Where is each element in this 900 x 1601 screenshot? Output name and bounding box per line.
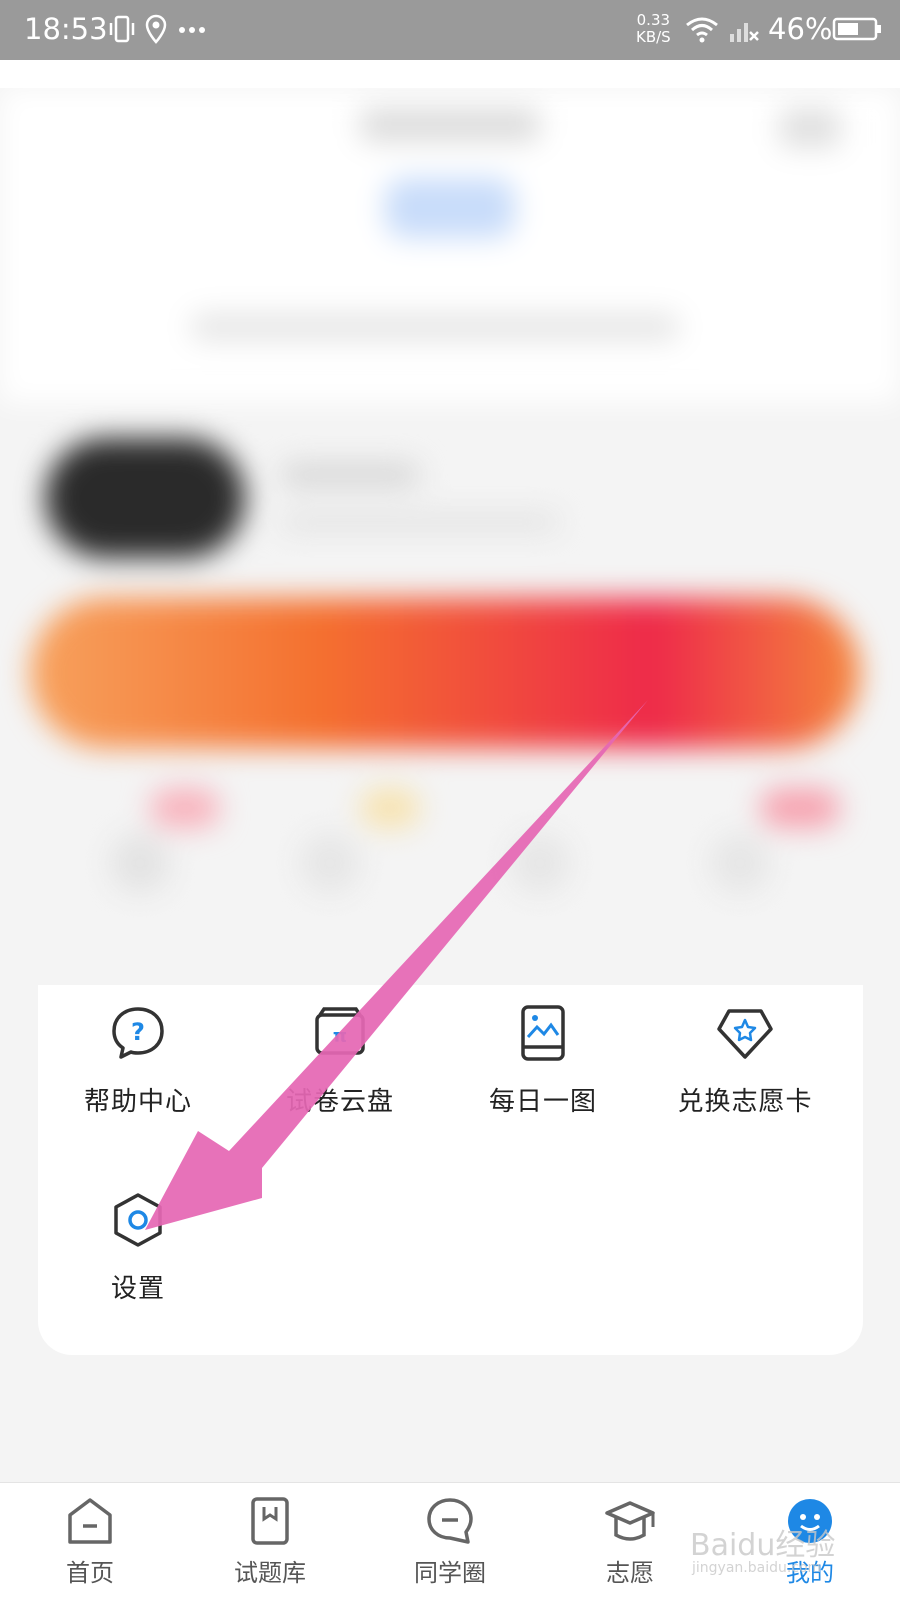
more-dots-icon	[179, 27, 205, 33]
home-icon	[68, 1498, 112, 1544]
tab-question-bank-label: 试题库	[234, 1559, 306, 1587]
header-strip	[0, 60, 900, 88]
exchange-card-label: 兑换志愿卡	[677, 1087, 813, 1117]
exam-cloud-label: 试卷云盘	[285, 1087, 394, 1117]
menu-item-settings[interactable]: 设置	[48, 1190, 228, 1305]
menu-item-exam-cloud[interactable]: π 试卷云盘	[250, 1003, 430, 1118]
battery-icon	[832, 17, 881, 41]
tab-home[interactable]: 首页	[35, 1495, 145, 1588]
help-center-label: 帮助中心	[83, 1087, 192, 1117]
watermark-url: jingyan.baidu.com	[692, 1560, 822, 1576]
tab-home-label: 首页	[66, 1559, 114, 1587]
tab-question-bank[interactable]: 试题库	[215, 1495, 325, 1588]
tools-card: ? 帮助中心 π 试卷云盘 每日一图 兑换志愿卡 设置	[38, 985, 863, 1355]
tab-classmates[interactable]: 同学圈	[395, 1495, 505, 1588]
question-bank-icon	[251, 1497, 289, 1545]
menu-item-help-center[interactable]: ? 帮助中心	[48, 1003, 228, 1118]
network-speed-unit: KB/S	[636, 28, 671, 46]
network-speed-value: 0.33	[636, 11, 671, 29]
tab-volunteer[interactable]: 志愿	[575, 1495, 685, 1588]
exchange-card-icon	[717, 1009, 773, 1059]
settings-label: 设置	[110, 1274, 165, 1304]
daily-image-icon	[521, 1005, 565, 1061]
blurred-profile-area	[0, 88, 900, 988]
settings-icon	[114, 1193, 162, 1247]
graduation-cap-icon	[605, 1501, 655, 1541]
help-icon: ?	[112, 1007, 164, 1059]
svg-text:π: π	[333, 1026, 347, 1047]
network-speed: 0.33 KB/S	[636, 12, 671, 46]
tab-classmates-label: 同学圈	[414, 1559, 486, 1587]
cloud-folder-icon: π	[315, 1007, 365, 1055]
location-icon	[145, 14, 167, 44]
daily-image-label: 每日一图	[488, 1087, 597, 1117]
wifi-icon	[686, 17, 718, 43]
vibrate-icon	[109, 15, 135, 43]
status-time: 18:53	[24, 12, 108, 46]
chat-icon	[427, 1498, 473, 1544]
battery-percent: 46%	[768, 12, 833, 46]
menu-item-daily-image[interactable]: 每日一图	[453, 1003, 633, 1118]
status-bar: 18:53 0.33 KB/S 46%	[0, 0, 900, 60]
signal-off-icon	[730, 23, 759, 42]
tab-volunteer-label: 志愿	[606, 1559, 654, 1587]
menu-item-exchange-card[interactable]: 兑换志愿卡	[655, 1003, 835, 1118]
watermark-text: Baidu经验	[690, 1528, 836, 1563]
svg-text:?: ?	[131, 1018, 145, 1046]
